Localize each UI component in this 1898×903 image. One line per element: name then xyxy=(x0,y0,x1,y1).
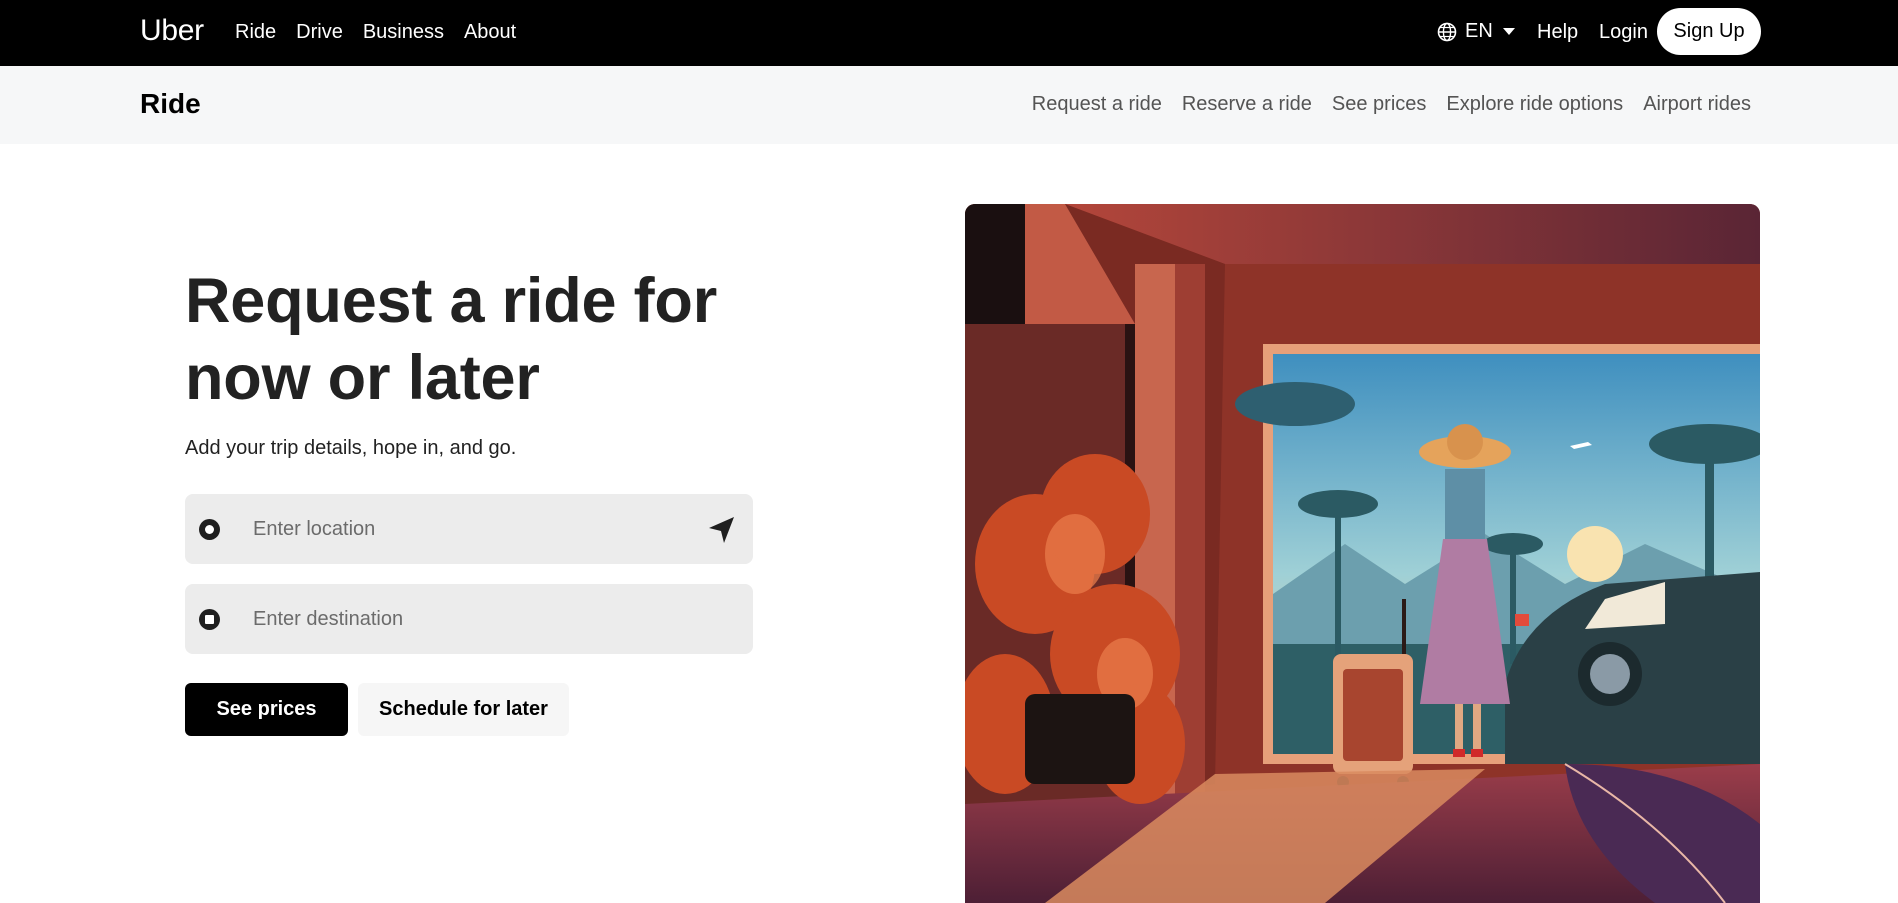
destination-square-icon xyxy=(199,609,220,630)
primary-nav: Ride Drive Business About xyxy=(235,21,516,44)
hero-illustration xyxy=(965,204,1760,903)
hero-headline: Request a ride for now or later xyxy=(185,266,718,413)
nav-link-about[interactable]: About xyxy=(464,21,516,44)
subnav-link-reserve-ride[interactable]: Reserve a ride xyxy=(1182,93,1312,116)
schedule-later-button[interactable]: Schedule for later xyxy=(358,683,569,736)
uber-logo[interactable]: Uber xyxy=(140,14,204,48)
ride-subnav-links: Request a ride Reserve a ride See prices… xyxy=(1032,93,1751,116)
sign-up-button[interactable]: Sign Up xyxy=(1657,8,1761,55)
location-arrow-icon[interactable] xyxy=(706,514,738,546)
section-title: Ride xyxy=(140,88,201,119)
hero-subtitle: Add your trip details, hope in, and go. xyxy=(185,437,517,459)
nav-link-business[interactable]: Business xyxy=(363,21,444,44)
traveler-illustration xyxy=(965,204,1760,903)
caret-down-icon xyxy=(1502,28,1515,35)
language-selector[interactable]: EN xyxy=(1437,20,1515,43)
destination-input[interactable] xyxy=(253,584,693,654)
subnav-link-request-ride[interactable]: Request a ride xyxy=(1032,93,1162,116)
help-link[interactable]: Help xyxy=(1537,21,1578,44)
dropoff-field xyxy=(185,584,753,654)
pickup-dot-icon xyxy=(199,519,220,540)
see-prices-button[interactable]: See prices xyxy=(185,683,348,736)
top-navigation: Uber Ride Drive Business About EN Help L… xyxy=(0,0,1898,66)
sub-navigation: Ride Request a ride Reserve a ride See p… xyxy=(0,66,1898,144)
subnav-link-airport-rides[interactable]: Airport rides xyxy=(1643,93,1751,116)
pickup-location-input[interactable] xyxy=(253,494,693,564)
nav-link-ride[interactable]: Ride xyxy=(235,21,276,44)
nav-link-drive[interactable]: Drive xyxy=(296,21,343,44)
subnav-link-explore-options[interactable]: Explore ride options xyxy=(1446,93,1623,116)
globe-icon xyxy=(1437,22,1457,41)
subnav-link-see-prices[interactable]: See prices xyxy=(1332,93,1427,116)
login-link[interactable]: Login xyxy=(1599,21,1648,44)
pickup-field xyxy=(185,494,753,564)
language-label: EN xyxy=(1465,20,1493,42)
